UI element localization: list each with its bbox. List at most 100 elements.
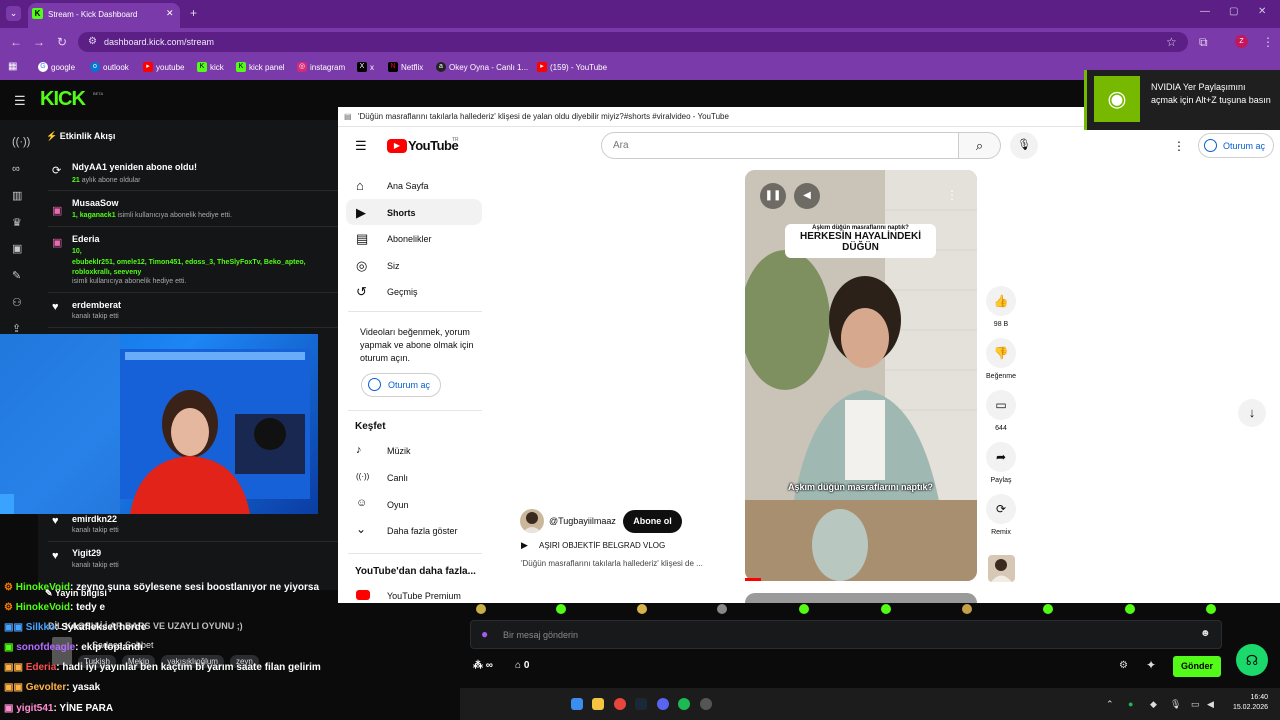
search-button[interactable]: ⌕	[959, 132, 1001, 159]
broadcast-icon[interactable]: ((·))	[12, 136, 30, 148]
file-explorer-icon[interactable]	[592, 698, 604, 710]
obs-icon[interactable]	[700, 698, 712, 710]
bookmark-youtube[interactable]: ▸ youtube	[143, 62, 184, 72]
network-icon[interactable]: ▭	[1191, 699, 1200, 710]
sidebar-item-music[interactable]: Müzik	[387, 446, 411, 456]
back-arrow-icon[interactable]: ←	[10, 35, 22, 49]
bookmark-okey[interactable]: a Okey Oyna - Canlı 1...	[436, 62, 528, 72]
youtube-logo-text[interactable]: YouTube	[408, 138, 459, 153]
start-icon[interactable]	[571, 698, 583, 710]
subscriptions-icon[interactable]: ▤	[356, 231, 368, 247]
chatbot-icon[interactable]: ✦	[1146, 658, 1156, 672]
voice-search-button[interactable]: 🎙	[1010, 132, 1038, 159]
bookmark-instagram[interactable]: ◎ instagram	[297, 62, 345, 72]
minimize-icon[interactable]: —	[1200, 6, 1210, 17]
bookmark-netflix[interactable]: N Netflix	[388, 62, 423, 72]
sidebar-item-gaming[interactable]: Oyun	[387, 500, 409, 510]
send-button[interactable]: Gönder	[1173, 656, 1221, 677]
youtube-menu-icon[interactable]: ☰	[355, 138, 367, 154]
maximize-icon[interactable]: ▢	[1229, 6, 1238, 17]
channel-avatar[interactable]	[520, 509, 544, 533]
chrome-menu-icon[interactable]: ⋮	[1262, 35, 1274, 49]
bookmark-star-icon[interactable]: ☆	[1166, 35, 1177, 49]
new-tab-button[interactable]: +	[190, 6, 197, 20]
audio-thumbnail[interactable]	[988, 555, 1015, 582]
chat-message-input[interactable]	[470, 620, 1222, 649]
profile-avatar[interactable]: Z	[1235, 35, 1248, 48]
short-progress-bar[interactable]	[745, 578, 761, 581]
subscribe-button[interactable]: Abone ol	[623, 510, 682, 533]
bookmark-youtube-159[interactable]: ▸ (159) - YouTube	[537, 62, 607, 72]
volume-button[interactable]: ◀	[794, 183, 820, 209]
sidebar-show-more[interactable]: Daha fazla göster	[387, 526, 458, 536]
tray-steam-icon[interactable]: ◆	[1150, 699, 1157, 710]
search-input[interactable]	[601, 132, 959, 159]
address-bar[interactable]	[78, 32, 1188, 52]
tray-app-icon[interactable]: ●	[1128, 699, 1133, 709]
sidebar-item-shorts[interactable]: Shorts	[387, 208, 416, 218]
next-short-button[interactable]: ↓	[1238, 399, 1266, 427]
music-icon[interactable]: ♪	[356, 444, 362, 456]
you-icon[interactable]: ◎	[356, 258, 367, 274]
youtube-logo-icon[interactable]: ▶	[387, 139, 407, 153]
microphone-icon[interactable]: ●	[481, 627, 488, 641]
channel-points[interactable]: ⁂ ∞	[473, 660, 493, 671]
history-icon[interactable]: ↺	[356, 284, 367, 300]
emoji-icon[interactable]: ☻	[1200, 628, 1211, 639]
tray-mic-icon[interactable]: 🎙	[1170, 699, 1181, 710]
url-text[interactable]: dashboard.kick.com/stream	[104, 37, 214, 47]
taskbar-clock[interactable]: 16:40 15.02.2026	[1228, 693, 1268, 713]
sidebar-item-you[interactable]: Siz	[387, 261, 400, 271]
reload-icon[interactable]: ↻	[57, 35, 67, 49]
sidebar-item-history[interactable]: Geçmiş	[387, 287, 418, 297]
like-button[interactable]: 👍	[986, 286, 1016, 316]
music-title[interactable]: AŞIRI OBJEKTİF BELGRAD VLOG	[539, 541, 665, 550]
share-button[interactable]: ➦	[986, 442, 1016, 472]
store-button[interactable]: ⌂ 0	[515, 660, 529, 671]
trophy-icon[interactable]: ♛	[12, 216, 22, 229]
more-options-icon[interactable]: ⋮	[1173, 139, 1185, 153]
close-icon[interactable]: ✕	[166, 8, 174, 19]
site-info-icon[interactable]: ⚙	[88, 36, 97, 47]
link-icon[interactable]: ∞	[12, 163, 20, 175]
live-icon[interactable]: ((·))	[356, 472, 369, 481]
bookmark-kick[interactable]: Kkick	[197, 62, 224, 72]
browser-tab-kick-dashboard[interactable]: K Stream - Kick Dashboard ✕	[28, 3, 180, 28]
chrome-icon[interactable]	[614, 698, 626, 710]
kick-logo[interactable]: KICK	[40, 88, 86, 111]
bookmark-x[interactable]: Xx	[357, 62, 374, 72]
dislike-button[interactable]: 👎	[986, 338, 1016, 368]
bookmark-google[interactable]: Ggoogle	[38, 62, 75, 72]
forward-arrow-icon[interactable]: →	[33, 35, 45, 49]
support-chat-icon[interactable]: ☊	[1236, 644, 1268, 676]
pause-button[interactable]: ❚❚	[760, 183, 786, 209]
sidebar-item-premium[interactable]: YouTube Premium	[387, 591, 461, 601]
chart-icon[interactable]: ▥	[12, 189, 22, 202]
discord-icon[interactable]	[657, 698, 669, 710]
sidebar-item-subscriptions[interactable]: Abonelikler	[387, 234, 432, 244]
spotify-icon[interactable]	[678, 698, 690, 710]
wrench-icon[interactable]: ✎	[12, 269, 21, 282]
tab-search-button[interactable]: ⌄	[6, 6, 21, 21]
shorts-icon[interactable]: ▶	[356, 205, 366, 221]
remix-button[interactable]: ⟳	[986, 494, 1016, 524]
bookmark-outlook[interactable]: o outlook	[90, 62, 129, 72]
steam-icon[interactable]	[635, 698, 647, 710]
gear-icon[interactable]: ⚙	[1119, 660, 1128, 671]
sidebar-item-home[interactable]: Ana Sayfa	[387, 181, 429, 191]
volume-icon[interactable]: ◀	[1207, 699, 1214, 710]
tray-chevron-icon[interactable]: ⌃	[1106, 699, 1114, 710]
close-window-icon[interactable]: ✕	[1258, 6, 1266, 17]
users-icon[interactable]: ⚇	[12, 296, 22, 309]
sidebar-item-live[interactable]: Canlı	[387, 473, 408, 483]
chevron-down-icon[interactable]: ⌄	[356, 522, 366, 536]
kick-menu-icon[interactable]: ☰	[14, 93, 26, 109]
apps-grid-icon[interactable]: ▦	[8, 61, 17, 72]
channel-name[interactable]: @Tugbayiilmaaz	[549, 516, 616, 526]
short-description[interactable]: 'Düğün masraflarını takılarla hallederiz…	[521, 559, 731, 568]
extensions-icon[interactable]: ⧉	[1199, 35, 1208, 50]
bookmark-kick-panel[interactable]: Kkick panel	[236, 62, 285, 72]
gaming-icon[interactable]: ☺	[356, 497, 367, 509]
short-more-icon[interactable]: ⋮	[946, 188, 958, 202]
comments-button[interactable]: ▭	[986, 390, 1016, 420]
